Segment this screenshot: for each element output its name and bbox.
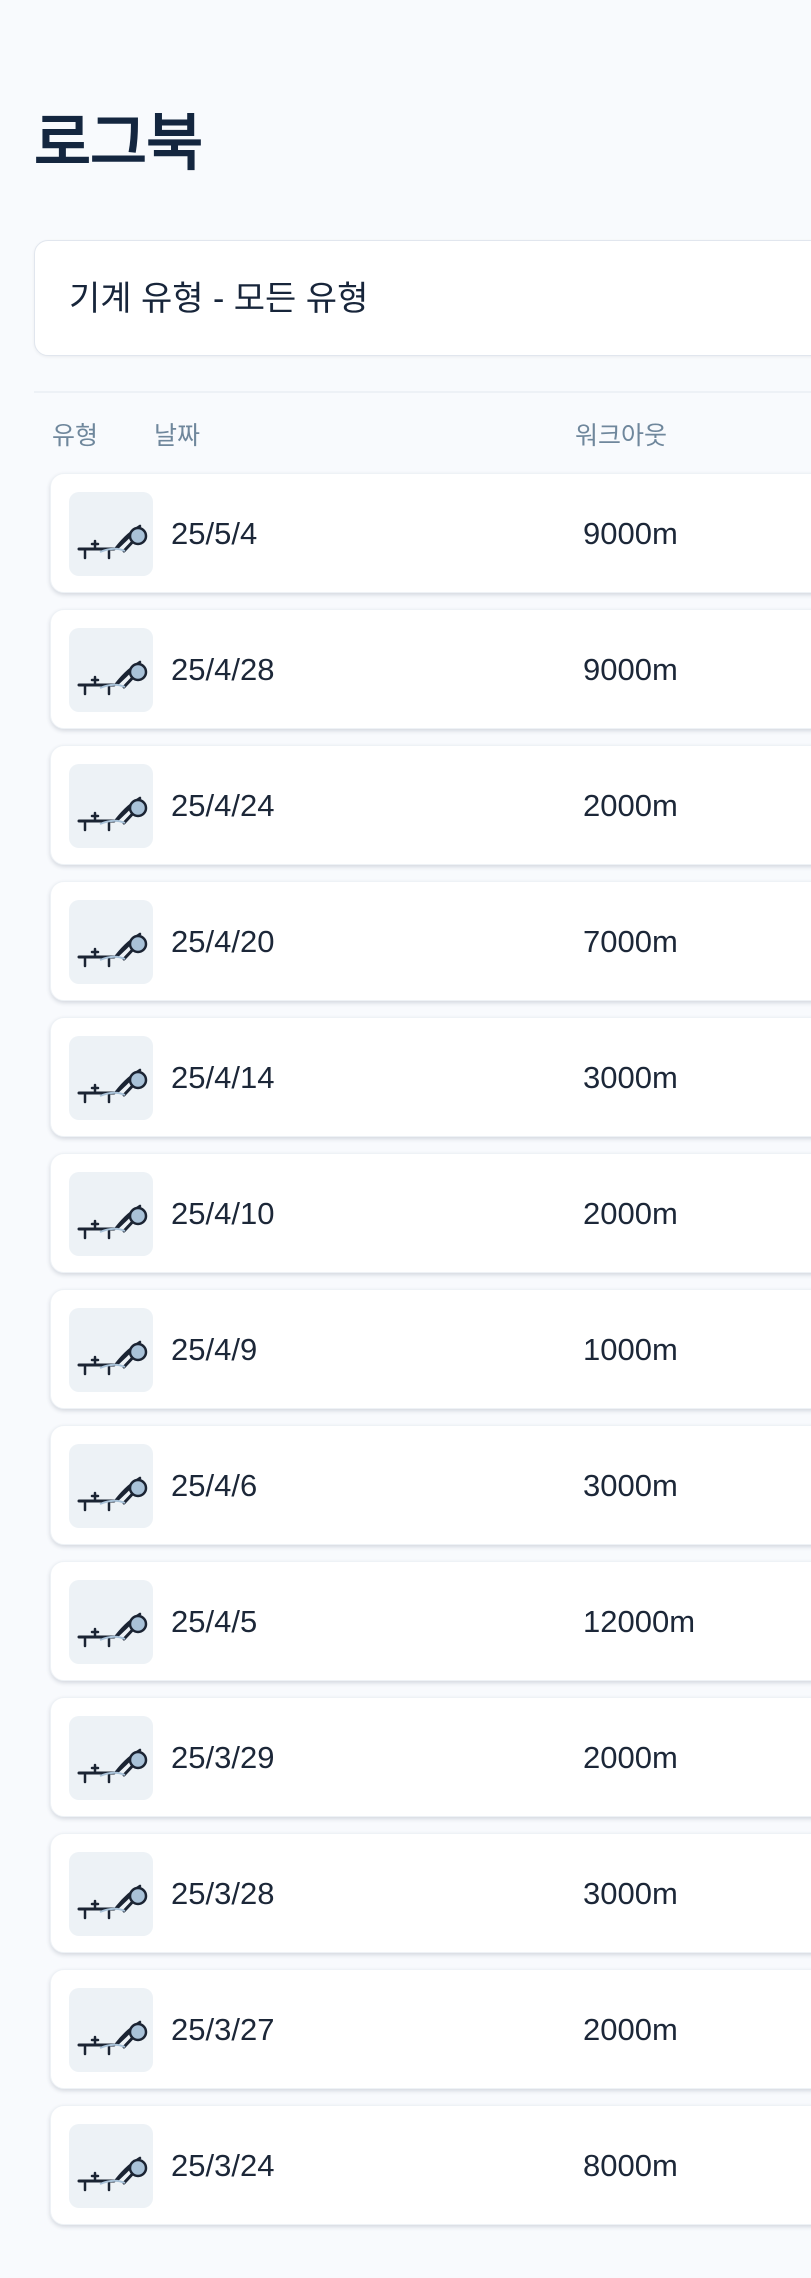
workout-date: 25/3/29 (171, 1740, 275, 1775)
workout-date: 25/4/9 (171, 1332, 258, 1367)
workout-row[interactable]: 25/3/29 2000m (50, 1697, 811, 1817)
workout-distance: 2000m (583, 1196, 678, 1231)
workout-distance: 8000m (583, 2148, 678, 2183)
rower-icon (69, 1172, 153, 1256)
column-header-date: 날짜 (154, 422, 201, 450)
workout-row[interactable]: 25/4/6 3000m (50, 1425, 811, 1545)
rower-icon (69, 2124, 153, 2208)
workout-row[interactable]: 25/4/5 12000m (50, 1561, 811, 1681)
workout-row[interactable]: 25/3/28 3000m (50, 1833, 811, 1953)
rower-icon (69, 1852, 153, 1936)
rower-icon (69, 900, 153, 984)
workout-row[interactable]: 25/4/10 2000m (50, 1153, 811, 1273)
workout-date: 25/4/28 (171, 652, 275, 687)
workout-date: 25/5/4 (171, 516, 258, 551)
logbook-list: 25/5/4 9000m 25/4/28 9000m 25/4/24 2000m… (50, 473, 811, 2241)
workout-date: 25/3/27 (171, 2012, 275, 2047)
workout-date: 25/3/28 (171, 1876, 275, 1911)
workout-distance: 3000m (583, 1876, 678, 1911)
workout-date: 25/4/14 (171, 1060, 275, 1095)
workout-row[interactable]: 25/3/24 8000m (50, 2105, 811, 2225)
column-header-type: 유형 (52, 422, 99, 450)
workout-date: 25/4/10 (171, 1196, 275, 1231)
workout-row[interactable]: 25/3/27 2000m (50, 1969, 811, 2089)
machine-type-filter[interactable]: 기계 유형 - 모든 유형 (34, 240, 811, 356)
rower-icon (69, 492, 153, 576)
workout-distance: 3000m (583, 1468, 678, 1503)
rower-icon (69, 1308, 153, 1392)
workout-distance: 3000m (583, 1060, 678, 1095)
workout-distance: 9000m (583, 516, 678, 551)
workout-distance: 2000m (583, 788, 678, 823)
workout-distance: 1000m (583, 1332, 678, 1367)
rower-icon (69, 1444, 153, 1528)
workout-date: 25/4/20 (171, 924, 275, 959)
workout-row[interactable]: 25/4/24 2000m (50, 745, 811, 865)
workout-distance: 9000m (583, 652, 678, 687)
workout-row[interactable]: 25/4/9 1000m (50, 1289, 811, 1409)
workout-row[interactable]: 25/5/4 9000m (50, 473, 811, 593)
logbook-screen: 로그북 기계 유형 - 모든 유형 유형 날짜 워크아웃 25/5/4 9000… (0, 0, 811, 2278)
workout-date: 25/4/6 (171, 1468, 258, 1503)
rower-icon (69, 1036, 153, 1120)
rower-icon (69, 628, 153, 712)
workout-date: 25/4/24 (171, 788, 275, 823)
section-divider (34, 391, 811, 393)
workout-row[interactable]: 25/4/14 3000m (50, 1017, 811, 1137)
page-title: 로그북 (34, 109, 203, 178)
column-header-workout: 워크아웃 (575, 422, 668, 450)
workout-distance: 7000m (583, 924, 678, 959)
rower-icon (69, 1988, 153, 2072)
workout-row[interactable]: 25/4/28 9000m (50, 609, 811, 729)
workout-row[interactable]: 25/4/20 7000m (50, 881, 811, 1001)
workout-distance: 2000m (583, 2012, 678, 2047)
workout-distance: 2000m (583, 1740, 678, 1775)
workout-date: 25/4/5 (171, 1604, 258, 1639)
workout-distance: 12000m (583, 1604, 696, 1639)
rower-icon (69, 764, 153, 848)
machine-type-filter-label: 기계 유형 - 모든 유형 (69, 280, 369, 318)
rower-icon (69, 1716, 153, 1800)
workout-date: 25/3/24 (171, 2148, 275, 2183)
rower-icon (69, 1580, 153, 1664)
